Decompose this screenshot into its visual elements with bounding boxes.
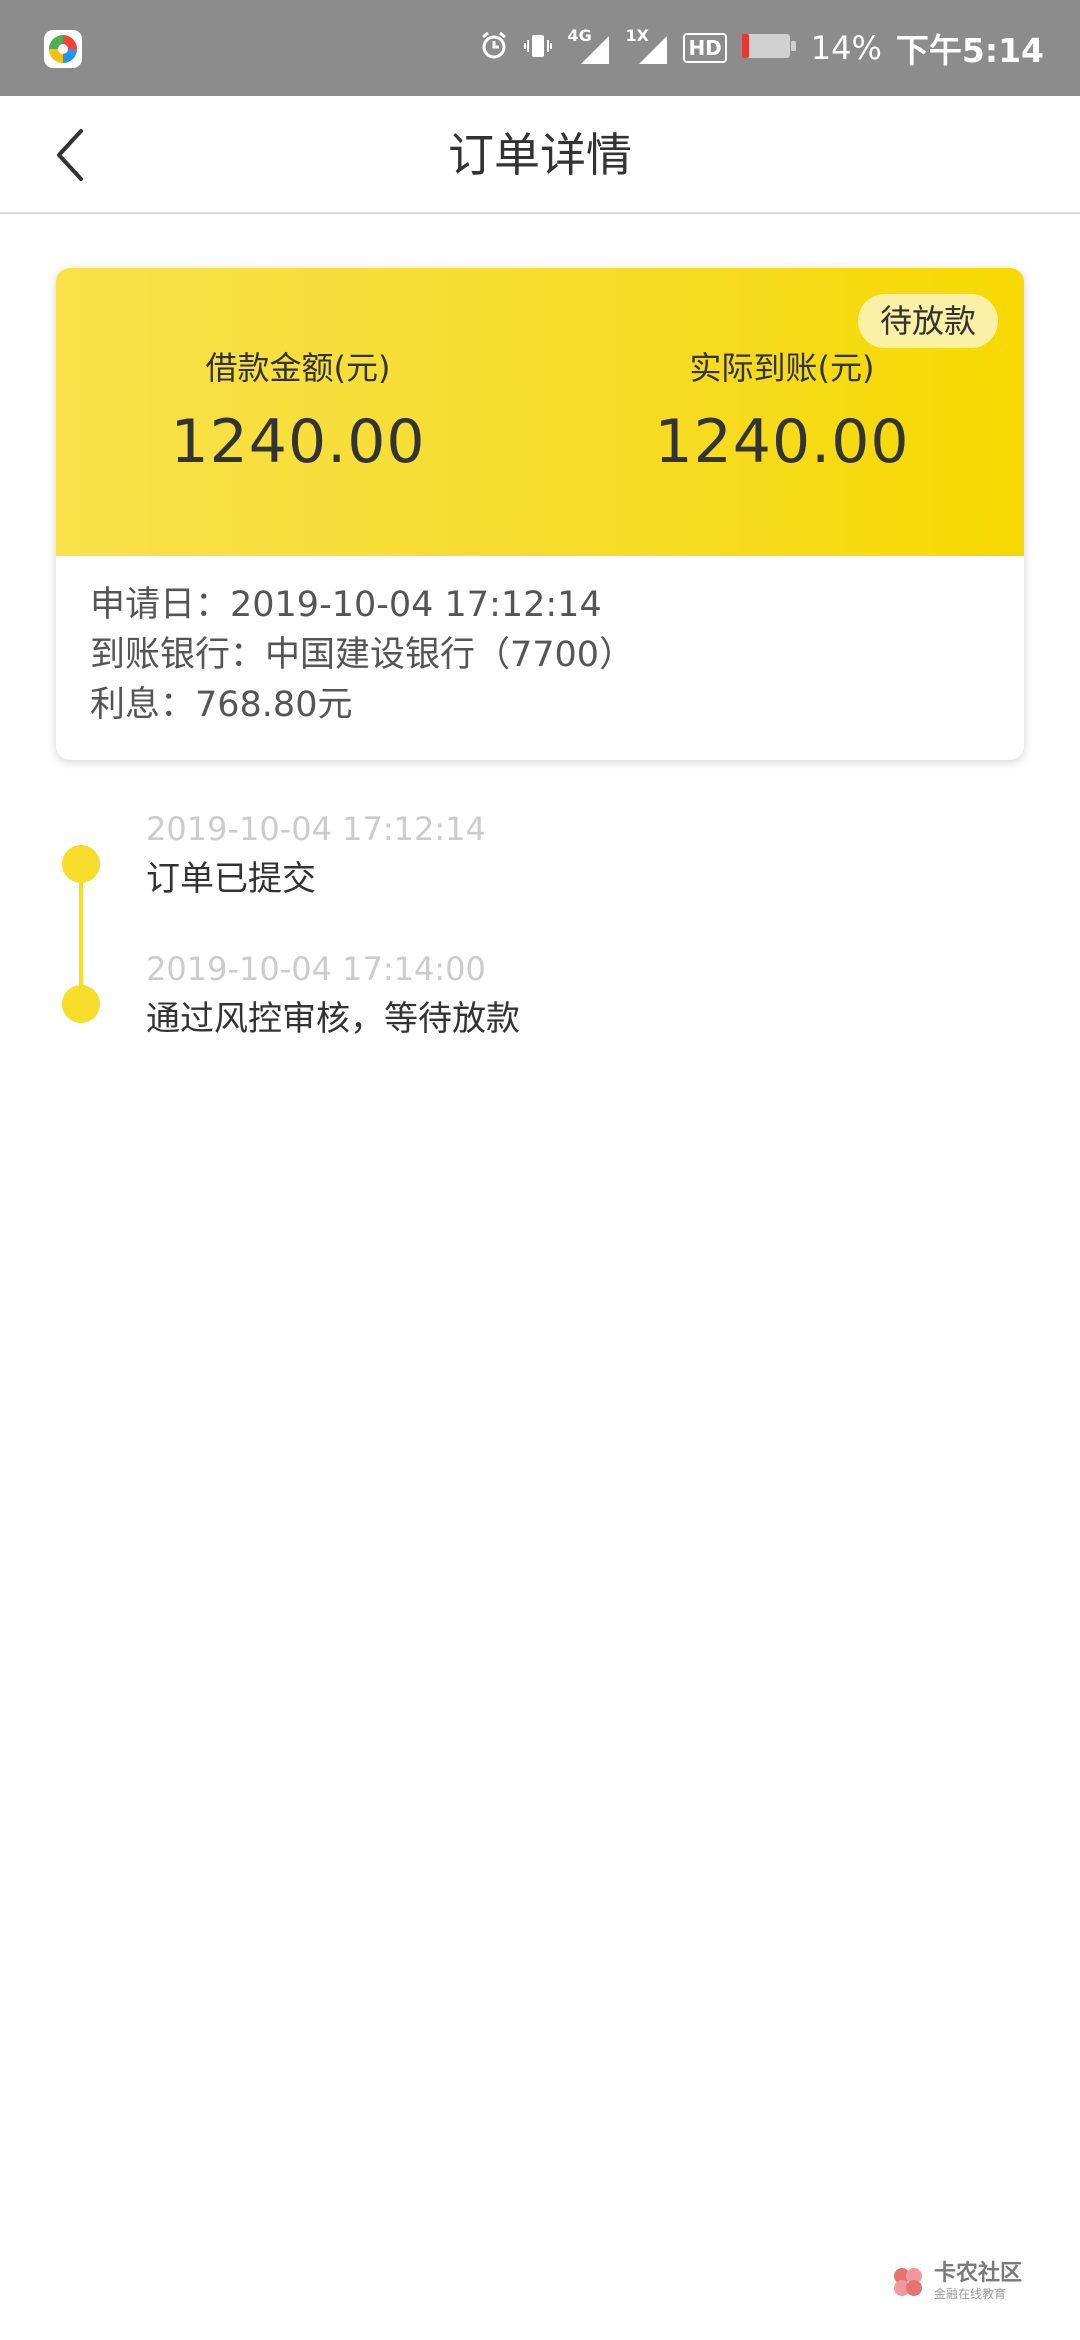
amount-panel: 待放款 借款金额(元) 1240.00 实际到账(元) 1240.00 [56, 268, 1024, 556]
timeline-text: 订单已提交 [146, 859, 316, 899]
loan-amount-value: 1240.00 [170, 407, 426, 477]
timeline-dot [62, 985, 100, 1023]
order-info: 申请日：2019-10-04 17:12:14 到账银行：中国建设银行（7700… [90, 580, 990, 730]
timeline-dot [62, 845, 100, 883]
status-bar: 4G 1X HD 14% 下午5:14 [0, 0, 1080, 96]
back-button[interactable] [36, 120, 106, 190]
header: 订单详情 [0, 96, 1080, 214]
chevron-left-icon [57, 129, 83, 181]
hd-icon: HD [683, 33, 727, 63]
apply-date: 申请日：2019-10-04 17:12:14 [90, 585, 602, 625]
page-title: 订单详情 [448, 128, 632, 182]
timeline-item: 2019-10-04 17:12:14 订单已提交 [146, 806, 1026, 904]
status-badge: 待放款 [857, 294, 998, 348]
signal-1x-icon: 1X [625, 26, 669, 68]
timeline-item: 2019-10-04 17:14:00 通过风控审核，等待放款 [146, 946, 1026, 1044]
app-notification-icon [44, 30, 82, 68]
watermark-text: 卡农社区 金融在线教育 [934, 2262, 1022, 2302]
loan-amount-label: 借款金额(元) [205, 349, 391, 387]
watermark: 卡农社区 金融在线教育 [890, 2262, 1022, 2302]
order-summary-card: 待放款 借款金额(元) 1240.00 实际到账(元) 1240.00 申请日：… [56, 268, 1024, 760]
received-amount-block: 实际到账(元) 1240.00 [540, 346, 1024, 484]
received-amount-label: 实际到账(元) [689, 349, 875, 387]
hd-label: HD [688, 36, 722, 60]
alarm-icon [479, 31, 509, 65]
order-timeline: 2019-10-04 17:12:14 订单已提交 2019-10-04 17:… [0, 800, 1080, 1060]
watermark-logo-icon [893, 2268, 922, 2296]
timeline-text: 通过风控审核，等待放款 [146, 999, 520, 1039]
battery-percent: 14% [810, 29, 882, 67]
received-amount-value: 1240.00 [654, 407, 910, 477]
interest: 利息：768.80元 [90, 685, 353, 725]
signal-4g-icon: 4G [567, 26, 611, 68]
timeline-time: 2019-10-04 17:12:14 [146, 810, 486, 848]
receiving-bank: 到账银行：中国建设银行（7700） [90, 635, 635, 675]
battery-icon [741, 32, 797, 64]
watermark-title: 卡农社区 [933, 2261, 1022, 2286]
timeline-time: 2019-10-04 17:14:00 [146, 950, 486, 988]
vibrate-icon [523, 31, 553, 65]
clock: 下午5:14 [895, 31, 1044, 70]
loan-amount-block: 借款金额(元) 1240.00 [56, 346, 540, 484]
watermark-subtitle: 金融在线教育 [933, 2287, 1006, 2301]
